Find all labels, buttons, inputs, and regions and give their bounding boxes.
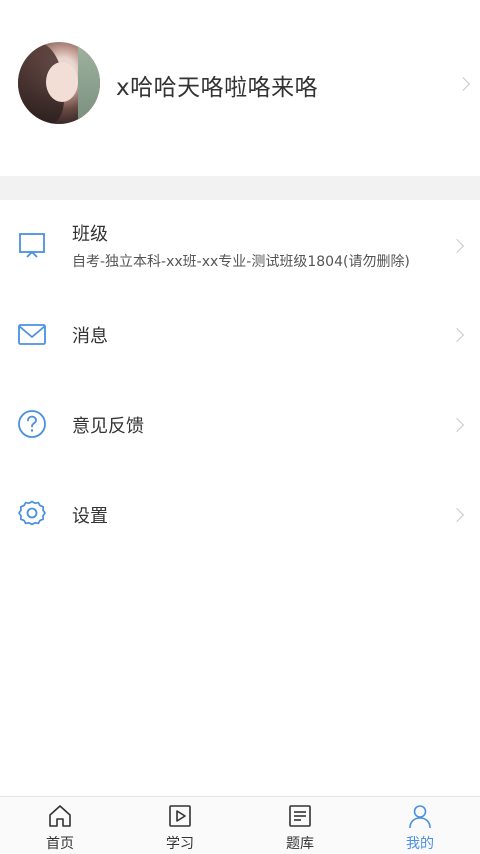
tab-label: 我的: [406, 836, 434, 852]
chevron-right-icon: [449, 327, 465, 343]
chevron-right-icon: [449, 417, 465, 433]
profile-screen: x哈哈天咯啦咯来咯 班级 自考-独立本科-xx班-xx专业-测试班级1804(请…: [0, 0, 480, 854]
chevron-right-icon: [449, 238, 465, 254]
bottom-tab-bar: 首页 学习 题库 我的: [0, 796, 480, 854]
avatar-background: [78, 42, 100, 124]
tab-label: 题库: [286, 836, 314, 852]
tab-mine[interactable]: 我的: [360, 797, 480, 854]
tab-label: 首页: [46, 836, 74, 852]
avatar-face: [46, 62, 78, 102]
tab-question-bank[interactable]: 题库: [240, 797, 360, 854]
tab-home[interactable]: 首页: [0, 797, 120, 854]
menu-item-class[interactable]: 班级 自考-独立本科-xx班-xx专业-测试班级1804(请勿删除): [0, 200, 480, 290]
profile-name: x哈哈天咯啦咯来咯: [116, 75, 319, 101]
chevron-right-icon: [449, 507, 465, 523]
mail-icon: [18, 324, 46, 345]
avatar[interactable]: [18, 42, 100, 124]
menu-item-messages[interactable]: 消息: [0, 290, 480, 380]
classroom-board-icon: [19, 233, 45, 258]
user-icon: [409, 805, 431, 829]
tab-label: 学习: [166, 836, 194, 852]
profile-header[interactable]: x哈哈天咯啦咯来咯: [0, 0, 480, 176]
play-icon: [169, 805, 191, 827]
home-icon: [49, 805, 71, 827]
class-subtitle: 自考-独立本科-xx班-xx专业-测试班级1804(请勿删除): [72, 254, 410, 270]
menu-item-settings[interactable]: 设置: [0, 470, 480, 560]
section-divider: [0, 176, 480, 200]
menu-item-label: 设置: [72, 506, 108, 527]
menu-item-label: 意见反馈: [72, 416, 144, 437]
question-circle-icon: [18, 410, 46, 438]
document-icon: [289, 805, 311, 827]
menu-item-label: 班级: [72, 224, 108, 245]
gear-icon: [18, 500, 46, 526]
tab-study[interactable]: 学习: [120, 797, 240, 854]
menu-item-label: 消息: [72, 326, 108, 347]
chevron-right-icon: [455, 76, 471, 92]
menu-item-feedback[interactable]: 意见反馈: [0, 380, 480, 470]
